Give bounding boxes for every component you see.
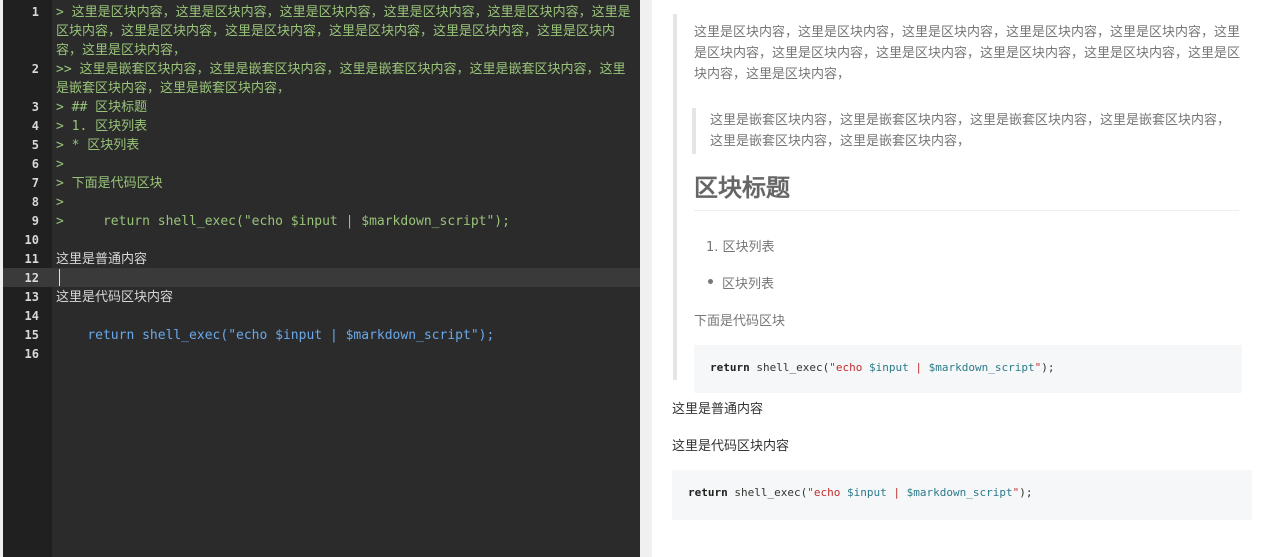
editor-line[interactable]: return shell_exec("echo $input | $markdo… [56,326,636,345]
unordered-list-item: 区块列表 [708,273,775,292]
line-number: 1 [31,5,39,19]
code-block: return shell_exec("echo $input | $markdo… [672,470,1252,520]
code-var-input: $input [868,361,909,374]
code-pipe: | [886,486,907,499]
code-string-open: "echo [829,361,869,374]
code-end: ); [1041,361,1055,374]
text-cursor [59,269,60,286]
editor-line[interactable]: >> 这里是嵌套区块内容，这里是嵌套区块内容，这里是嵌套区块内容，这里是嵌套区块… [56,60,636,98]
line-number: 9 [31,214,39,228]
code-line: return shell_exec("echo $input | $markdo… [688,486,1032,499]
line-number: 16 [24,347,39,361]
line-number: 8 [31,195,39,209]
editor-line[interactable]: > 1. 区块列表 [56,117,636,136]
code-block: return shell_exec("echo $input | $markdo… [694,345,1242,393]
nested-blockquote: 这里是嵌套区块内容，这里是嵌套区块内容，这里是嵌套区块内容，这里是嵌套区块内容，… [692,108,1236,154]
line-number: 4 [31,119,39,133]
bullet-icon [708,279,713,284]
nested-blockquote-text: 这里是嵌套区块内容，这里是嵌套区块内容，这里是嵌套区块内容，这里是嵌套区块内容，… [710,113,1231,149]
code-pipe: | [908,361,929,374]
unordered-list-item-text: 区块列表 [722,277,775,292]
active-line-highlight [3,268,640,287]
line-number: 14 [24,309,39,323]
code-keyword: return [710,361,750,374]
blockquote-text: 这里是区块内容，这里是区块内容，这里是区块内容，这里是区块内容，这里是区块内容，… [694,25,1241,82]
code-func: shell_exec( [727,486,808,499]
code-end: ); [1019,486,1033,499]
editor-line[interactable]: > return shell_exec("echo $input | $mark… [56,212,636,231]
editor-line[interactable]: > 下面是代码区块 [56,174,636,193]
ordered-list-marker: 1. [706,240,719,255]
code-string-open: "echo [807,486,847,499]
code-var-script: $markdown_script [906,486,1013,499]
line-number: 15 [24,328,39,342]
blockquote: 这里是区块内容，这里是区块内容，这里是区块内容，这里是区块内容，这里是区块内容，… [673,14,1256,393]
line-number: 6 [31,157,39,171]
markdown-editor[interactable]: 1 2 3 4 5 6 7 8 9 10 11 12 13 14 15 16 >… [3,0,640,557]
editor-line[interactable]: > ## 区块标题 [56,98,636,117]
line-number: 3 [31,100,39,114]
markdown-preview: 这里是区块内容，这里是区块内容，这里是区块内容，这里是区块内容，这里是区块内容，… [652,0,1273,557]
line-number: 7 [31,176,39,190]
editor-line[interactable]: > [56,155,636,174]
editor-line[interactable]: > [56,193,636,212]
line-number: 13 [24,290,39,304]
editor-line[interactable]: 这里是普通内容 [56,250,636,269]
code-line: return shell_exec("echo $input | $markdo… [710,361,1054,374]
code-block-paragraph: 这里是代码区块内容 [672,439,790,454]
blockquote-heading: 区块标题 [694,170,1239,211]
editor-line[interactable]: > * 区块列表 [56,136,636,155]
editor-line[interactable]: 这里是代码区块内容 [56,288,636,307]
line-number: 11 [24,252,39,266]
code-intro-text: 下面是代码区块 [694,314,786,329]
line-number: 10 [24,233,39,247]
code-var-script: $markdown_script [928,361,1035,374]
line-number: 12 [24,271,39,285]
line-number: 2 [31,62,39,76]
line-number: 5 [31,138,39,152]
normal-paragraph: 这里是普通内容 [672,402,764,417]
editor-line[interactable]: > 这里是区块内容，这里是区块内容，这里是区块内容，这里是区块内容，这里是区块内… [56,3,636,60]
ordered-list-item-text: 区块列表 [722,240,775,255]
code-keyword: return [688,486,728,499]
code-var-input: $input [846,486,887,499]
ordered-list-item: 1. 区块列表 [706,236,775,255]
code-func: shell_exec( [749,361,830,374]
